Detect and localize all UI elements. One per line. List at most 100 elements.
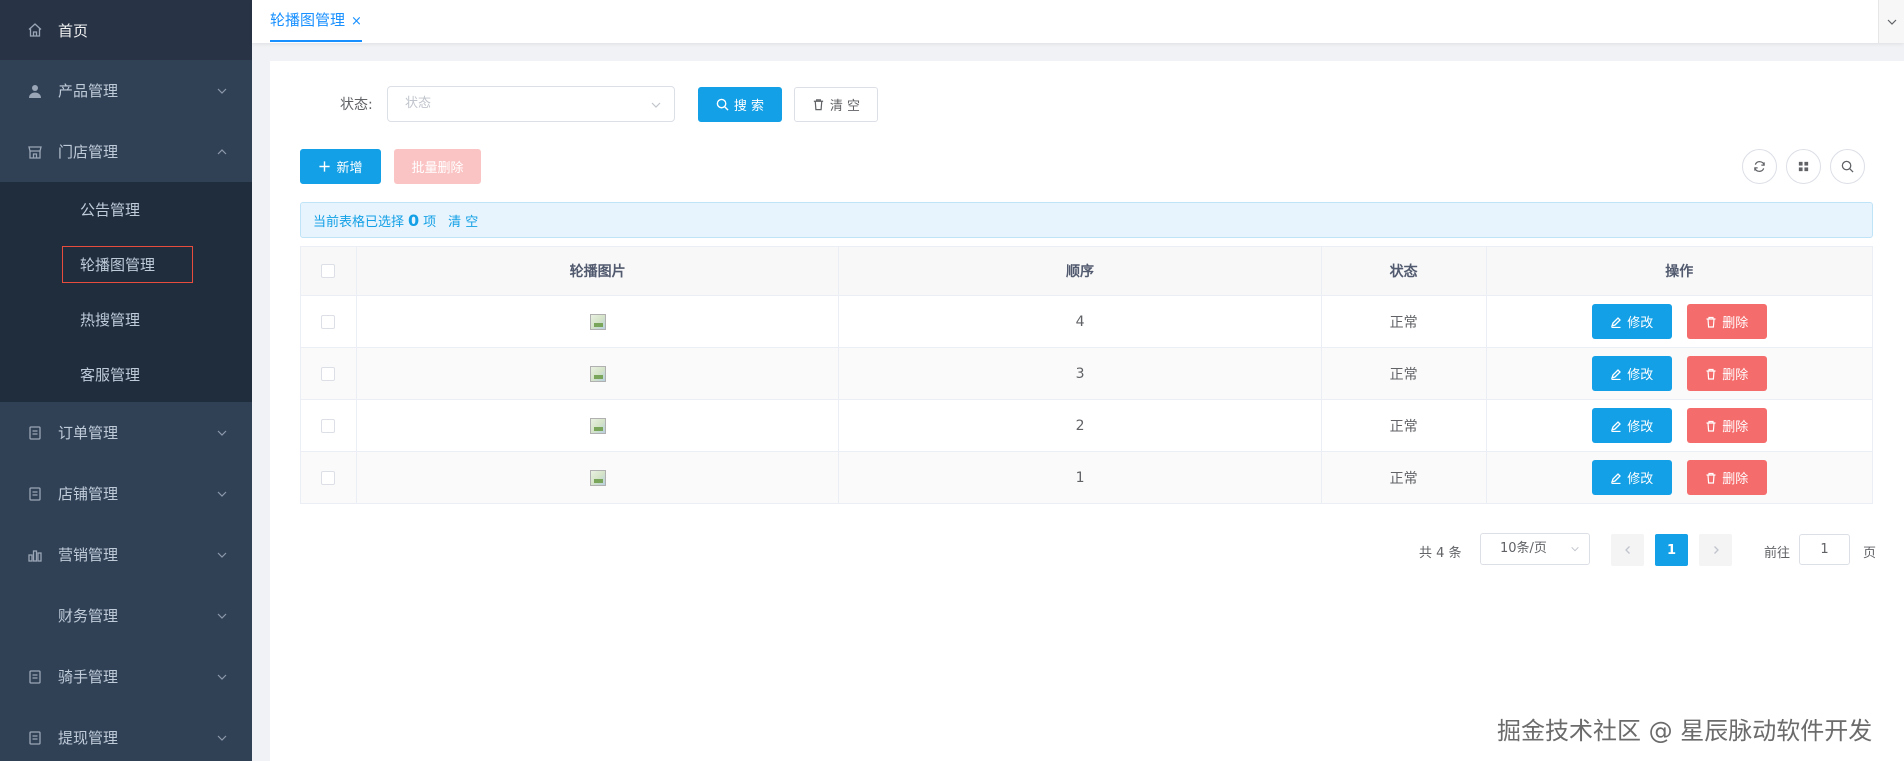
- order-cell: 4: [839, 296, 1322, 347]
- table-row: 1 正常 修改 删除: [301, 451, 1872, 503]
- edit-button[interactable]: 修改: [1591, 460, 1672, 495]
- column-header: 操作: [1665, 264, 1694, 280]
- status-select[interactable]: 状态: [387, 86, 675, 122]
- status-filter-label: 状态:: [340, 97, 373, 113]
- chevron-left-icon: [1624, 546, 1630, 554]
- order-cell: 2: [839, 400, 1322, 451]
- selection-clear-link[interactable]: 清 空: [448, 211, 478, 230]
- chevron-down-icon: [217, 491, 227, 497]
- row-checkbox[interactable]: [321, 418, 336, 433]
- row-checkbox[interactable]: [321, 470, 336, 485]
- row-checkbox-cell: [301, 452, 357, 503]
- sidebar-item-label: 财务管理: [58, 607, 119, 625]
- row-checkbox[interactable]: [321, 314, 336, 329]
- edit-icon: [1611, 368, 1622, 380]
- edit-icon: [1611, 420, 1622, 432]
- sidebar-item-home[interactable]: 首页: [0, 0, 252, 60]
- row-checkbox-cell: [301, 400, 357, 451]
- sidebar-item-marketing[interactable]: 营销管理: [0, 524, 252, 585]
- search-icon: [1841, 160, 1854, 173]
- sidebar-subitem-hot-search[interactable]: 热搜管理: [0, 292, 252, 347]
- edit-button-label: 修改: [1627, 316, 1654, 331]
- sidebar-item-riders[interactable]: 骑手管理: [0, 646, 252, 707]
- delete-button[interactable]: 删除: [1686, 460, 1767, 495]
- sidebar-item-withdrawals[interactable]: 提现管理: [0, 707, 252, 761]
- delete-button-label: 删除: [1722, 472, 1749, 487]
- broken-image-icon: [589, 417, 606, 434]
- broken-image-icon: [589, 313, 606, 330]
- prev-page-button[interactable]: [1611, 534, 1644, 566]
- goto-page-input[interactable]: 1: [1799, 534, 1850, 565]
- chevron-down-icon: [217, 430, 227, 436]
- chevron-down-icon: [217, 552, 227, 558]
- main-card: 状态: 状态 搜 索 清 空 新增 批量删除 当前表格已选择 0 项 清 空 轮…: [270, 61, 1904, 761]
- bar-chart-icon: [26, 546, 44, 564]
- edit-button[interactable]: 修改: [1591, 304, 1672, 339]
- edit-button-label: 修改: [1627, 420, 1654, 435]
- sidebar-item-finance[interactable]: 财务管理: [0, 585, 252, 646]
- goto-label: 前往: [1764, 546, 1791, 561]
- sidebar-item-label: 订单管理: [58, 424, 119, 442]
- batch-delete-button-label: 批量删除: [411, 161, 464, 176]
- user-icon: [26, 82, 44, 100]
- close-icon[interactable]: ×: [351, 14, 362, 29]
- sidebar: 首页 产品管理 门店管理 公告管理 轮播图管理 热搜管理 客服管理 订单管理 店…: [0, 0, 252, 761]
- sidebar-item-label: 门店管理: [58, 143, 119, 161]
- add-button[interactable]: 新增: [300, 149, 381, 184]
- status-select-placeholder: 状态: [405, 96, 432, 111]
- plus-icon: [319, 161, 331, 172]
- image-cell: [357, 296, 840, 347]
- page-size-select[interactable]: 10条/页: [1480, 533, 1590, 565]
- sidebar-subitem-label: 公告管理: [80, 201, 141, 219]
- sidebar-subitem-announcements[interactable]: 公告管理: [0, 182, 252, 237]
- actions-cell: 修改 删除: [1487, 452, 1873, 503]
- batch-delete-button[interactable]: 批量删除: [394, 149, 481, 184]
- edit-button[interactable]: 修改: [1591, 408, 1672, 443]
- actions-cell: 修改 删除: [1487, 400, 1873, 451]
- delete-button[interactable]: 删除: [1686, 356, 1767, 391]
- row-checkbox-cell: [301, 296, 357, 347]
- edit-button[interactable]: 修改: [1591, 356, 1672, 391]
- delete-button[interactable]: 删除: [1686, 304, 1767, 339]
- table-header: 轮播图片 顺序 状态 操作: [301, 247, 1872, 295]
- sidebar-item-products[interactable]: 产品管理: [0, 60, 252, 121]
- sidebar-item-label: 首页: [58, 21, 89, 40]
- sidebar-subitem-carousel[interactable]: 轮播图管理: [0, 237, 252, 292]
- clear-button[interactable]: 清 空: [794, 87, 878, 122]
- sidebar-item-stores[interactable]: 门店管理: [0, 121, 252, 182]
- sidebar-item-label: 提现管理: [58, 729, 119, 747]
- row-checkbox[interactable]: [321, 366, 336, 381]
- search-button[interactable]: 搜 索: [698, 87, 782, 122]
- store-submenu: 公告管理 轮播图管理 热搜管理 客服管理: [0, 182, 252, 402]
- select-all-checkbox[interactable]: [321, 264, 336, 278]
- home-icon: [26, 21, 44, 39]
- next-page-button[interactable]: [1699, 534, 1732, 566]
- tab-dropdown-button[interactable]: [1878, 0, 1904, 43]
- sidebar-item-label: 骑手管理: [58, 668, 119, 686]
- column-header: 状态: [1322, 247, 1487, 295]
- columns-button[interactable]: [1786, 149, 1821, 184]
- delete-button[interactable]: 删除: [1686, 408, 1767, 443]
- sidebar-item-orders[interactable]: 订单管理: [0, 402, 252, 463]
- broken-image-icon: [589, 469, 606, 486]
- sidebar-subitem-customer-service[interactable]: 客服管理: [0, 347, 252, 402]
- sidebar-item-shops[interactable]: 店铺管理: [0, 463, 252, 524]
- refresh-button[interactable]: [1742, 149, 1777, 184]
- grid-icon: [1798, 161, 1809, 172]
- status-cell: 正常: [1322, 400, 1487, 451]
- sidebar-subitem-label: 客服管理: [80, 366, 141, 384]
- image-cell: [357, 400, 840, 451]
- status-cell: 正常: [1322, 296, 1487, 347]
- tab-carousel[interactable]: 轮播图管理 ×: [270, 0, 362, 42]
- column-header: 轮播图片: [357, 247, 840, 295]
- trash-icon: [1706, 420, 1716, 432]
- table-row: 4 正常 修改 删除: [301, 295, 1872, 347]
- toggle-search-button[interactable]: [1830, 149, 1865, 184]
- page-button-current[interactable]: 1: [1655, 534, 1688, 566]
- delete-button-label: 删除: [1722, 420, 1749, 435]
- chevron-down-icon: [651, 102, 661, 108]
- chevron-right-icon: [1713, 546, 1719, 554]
- chevron-down-icon: [1887, 19, 1896, 25]
- chevron-up-icon: [217, 148, 227, 154]
- trash-icon: [1706, 316, 1716, 328]
